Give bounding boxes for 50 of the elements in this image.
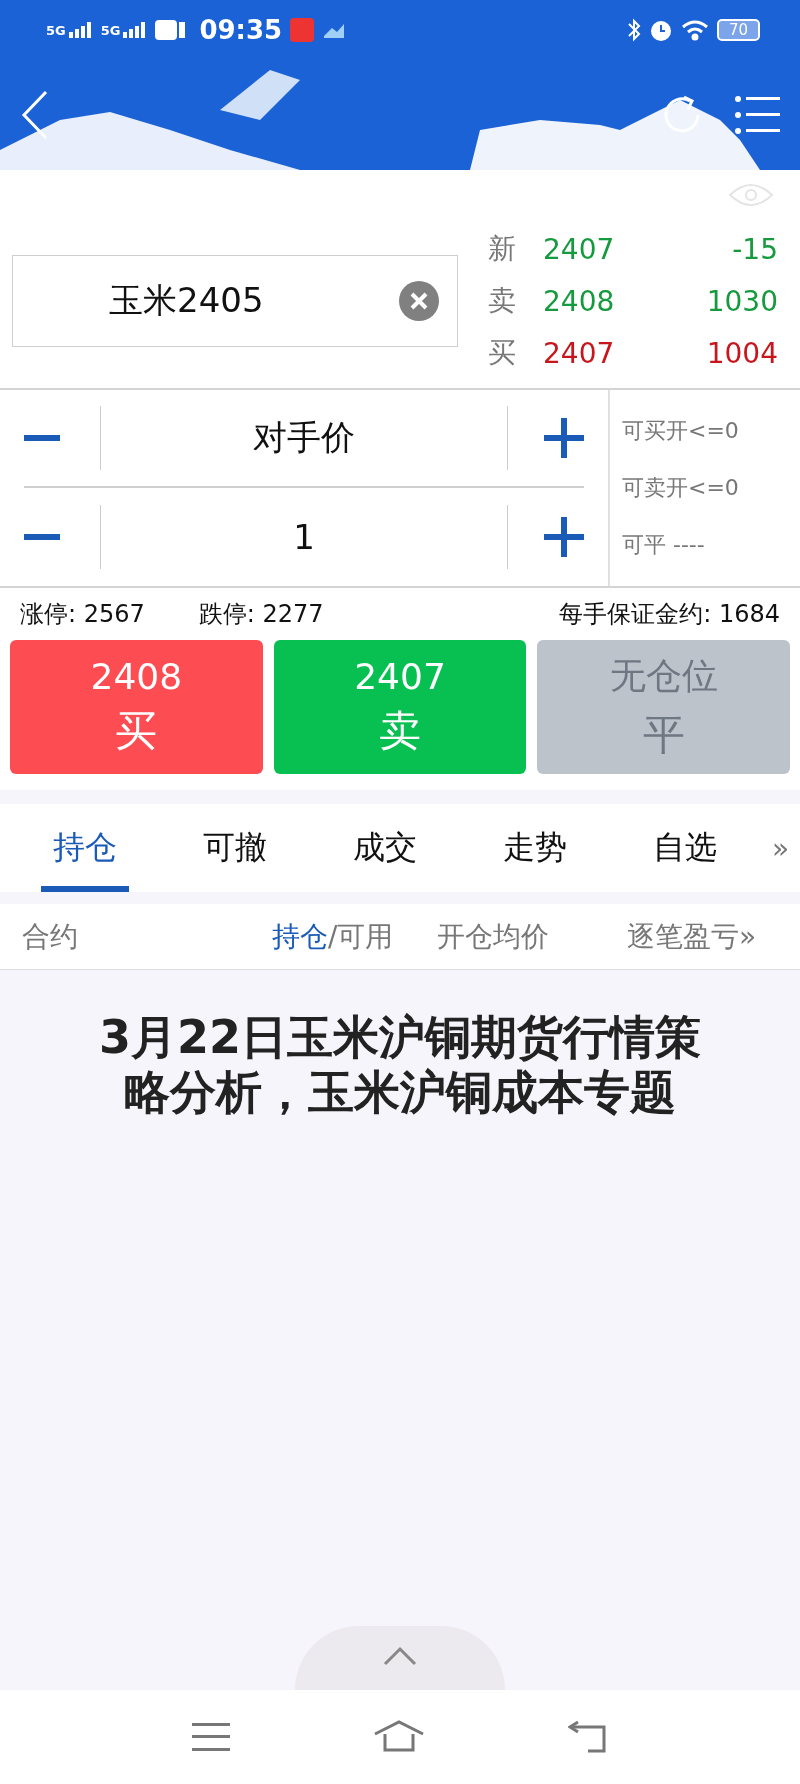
limit-up-price: 涨停: 2567 bbox=[20, 599, 145, 630]
quote-price: 2407 bbox=[543, 232, 616, 266]
tab[interactable]: 走势 bbox=[460, 804, 610, 892]
back-icon[interactable] bbox=[568, 1721, 609, 1753]
more-tabs-arrow[interactable]: » bbox=[772, 831, 790, 865]
column-header: 持仓/可用 bbox=[272, 918, 395, 955]
home-icon[interactable] bbox=[373, 1720, 425, 1754]
bluetooth-icon bbox=[626, 18, 641, 42]
more-columns-arrow[interactable]: » bbox=[739, 920, 757, 953]
clear-icon[interactable] bbox=[399, 281, 439, 321]
stepper-field[interactable]: 对手价 bbox=[100, 406, 508, 470]
quote-label: 卖 bbox=[488, 283, 517, 319]
column-header: 逐笔盈亏 bbox=[627, 918, 739, 955]
column-header: 合约 bbox=[22, 918, 79, 955]
tab[interactable]: 自选 bbox=[610, 804, 760, 892]
battery-level: 70 bbox=[716, 19, 760, 41]
limit-down-price: 跌停: 2277 bbox=[198, 599, 324, 630]
chevron-up-icon bbox=[383, 1646, 417, 1666]
network-label: 5G bbox=[100, 23, 121, 38]
contract-search-field[interactable]: 玉米2405 bbox=[12, 255, 458, 347]
wifi-icon bbox=[680, 19, 709, 41]
menu-icon[interactable] bbox=[191, 1722, 230, 1752]
signal-icon bbox=[123, 22, 148, 38]
back-icon[interactable] bbox=[20, 90, 50, 140]
headline-text: 3月22日玉米沪铜期货行情策略分析，玉米沪铜成本专题 bbox=[98, 1010, 702, 1121]
quote-volume: 1004 bbox=[705, 336, 778, 370]
clock-time: 09:35 bbox=[199, 15, 283, 45]
network-label: 5G bbox=[46, 23, 66, 38]
menu-icon[interactable] bbox=[734, 95, 780, 135]
margin-per-lot: 每手保证金约: 1684 bbox=[559, 599, 780, 630]
tab[interactable]: 持仓 bbox=[10, 804, 160, 892]
hd-icon bbox=[155, 19, 188, 41]
quote-label: 新 bbox=[488, 231, 517, 267]
quote-volume: -15 bbox=[731, 232, 778, 266]
signal-icon bbox=[68, 22, 93, 38]
quote-price: 2407 bbox=[543, 336, 616, 370]
stepper-field[interactable]: 1 bbox=[100, 505, 508, 569]
tab[interactable]: 可撤 bbox=[160, 804, 310, 892]
quote-volume: 1030 bbox=[705, 284, 778, 318]
quote-label: 买 bbox=[488, 335, 517, 371]
app-notification-icon bbox=[290, 18, 315, 42]
available-quantity: 可平 ---- bbox=[622, 531, 706, 560]
tab[interactable]: 成交 bbox=[310, 804, 460, 892]
alarm-icon bbox=[648, 18, 673, 42]
plus-icon[interactable] bbox=[544, 418, 584, 458]
available-quantity: 可卖开<=0 bbox=[622, 474, 740, 502]
quote-price: 2408 bbox=[543, 284, 616, 318]
column-header: 开仓均价 bbox=[437, 918, 550, 955]
plus-icon[interactable] bbox=[544, 517, 584, 557]
available-quantity: 可买开<=0 bbox=[622, 416, 740, 445]
